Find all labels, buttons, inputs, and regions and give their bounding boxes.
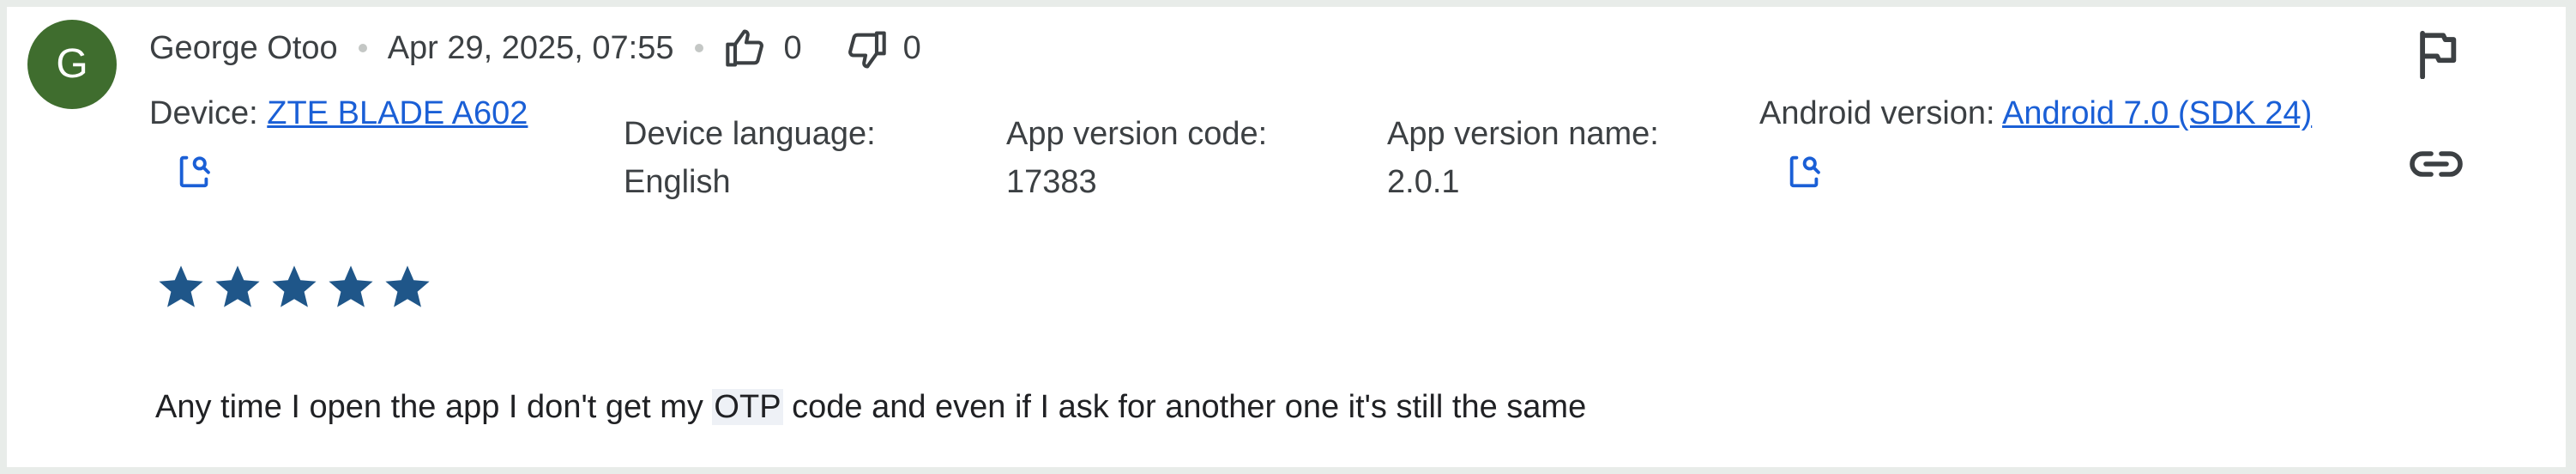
thumbs-down-button[interactable]: 0 (843, 26, 921, 70)
app-version-code-label: App version code: (1006, 116, 1268, 152)
search-device-icon[interactable] (175, 151, 214, 191)
star-icon (272, 265, 317, 307)
star-icon (215, 265, 260, 307)
review-header: George Otoo Apr 29, 2025, 07:55 0 0 (149, 22, 921, 74)
android-version-link[interactable]: Android 7.0 (SDK 24) (2002, 95, 2312, 131)
avatar: G (27, 20, 117, 109)
review-text-highlight: OTP (712, 389, 783, 425)
star-rating (156, 262, 432, 312)
android-version-label: Android version: (1759, 95, 2003, 131)
device-label: Device: (149, 95, 268, 131)
device-link[interactable]: ZTE BLADE A602 (267, 95, 528, 131)
separator-dot (694, 44, 703, 52)
avatar-letter: G (56, 41, 88, 87)
app-version-name-info: App version name: 2.0.1 (1387, 110, 1659, 206)
thumb-down-icon (848, 31, 886, 69)
app-version-code-value: 17383 (1006, 164, 1097, 200)
star-icon (329, 265, 373, 307)
thumbs-down-count: 0 (902, 29, 921, 66)
thumb-up-icon (725, 29, 763, 67)
star-icon (159, 265, 203, 307)
device-language-info: Device language: English (624, 110, 876, 206)
link-icon[interactable] (2409, 146, 2464, 182)
device-language-value: English (624, 164, 731, 200)
flag-icon[interactable] (2416, 29, 2458, 79)
review-text-part: Any time I open the app I don't get my (155, 389, 713, 425)
app-version-code-info: App version code: 17383 (1006, 110, 1267, 206)
review-text: Any time I open the app I don't get my O… (155, 389, 1586, 426)
app-version-name-label: App version name: (1387, 116, 1659, 152)
search-device-icon[interactable] (1785, 151, 1825, 191)
thumbs-up-button[interactable]: 0 (724, 26, 802, 70)
reviewer-name: George Otoo (149, 29, 338, 66)
device-info: Device: ZTE BLADE A602 (149, 89, 528, 191)
star-icon (385, 265, 430, 307)
device-language-label: Device language: (624, 116, 876, 152)
review-timestamp: Apr 29, 2025, 07:55 (387, 29, 674, 66)
android-version-info: Android version: Android 7.0 (SDK 24) (1759, 89, 2312, 191)
review-text-part: code and even if I ask for another one i… (782, 389, 1587, 425)
separator-dot (358, 44, 367, 52)
app-version-name-value: 2.0.1 (1387, 164, 1460, 200)
review-card: G George Otoo Apr 29, 2025, 07:55 0 0 De… (7, 7, 2566, 467)
thumbs-up-count: 0 (783, 29, 802, 66)
